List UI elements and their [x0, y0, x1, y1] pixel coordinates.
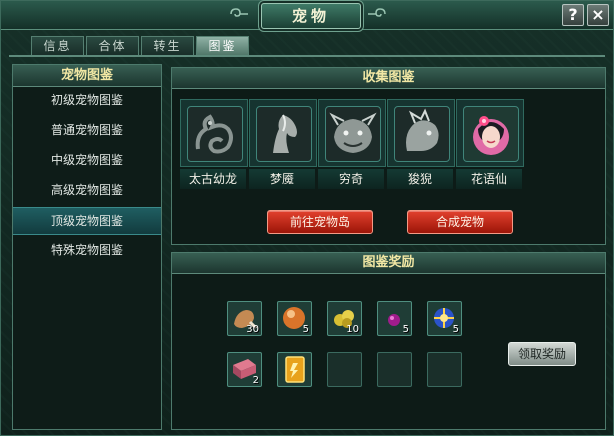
- empty-slot[interactable]: [377, 352, 412, 387]
- reward-slot[interactable]: 5: [277, 301, 312, 336]
- nightmare-horse-icon: [273, 114, 297, 153]
- reward-title: 图鉴奖励: [172, 253, 605, 274]
- pet-frame: [249, 99, 317, 167]
- claim-reward-button[interactable]: 领取奖励: [508, 342, 576, 366]
- pet-name: 梦魇: [249, 169, 315, 189]
- pet-card[interactable]: 花语仙: [456, 99, 524, 191]
- catalog-item-top[interactable]: 顶级宠物图鉴: [13, 207, 161, 235]
- pet-frame: [180, 99, 248, 167]
- pet-name: 穷奇: [318, 169, 384, 189]
- catalog-item-advanced[interactable]: 高级宠物图鉴: [13, 177, 161, 203]
- empty-slot[interactable]: [327, 352, 362, 387]
- close-button[interactable]: ×: [587, 4, 609, 26]
- pet-card[interactable]: 太古幼龙: [180, 99, 248, 191]
- pet-card[interactable]: 穷奇: [318, 99, 386, 191]
- pet-frame: [318, 99, 386, 167]
- pet-name: 狻猊: [387, 169, 453, 189]
- reward-count: 30: [246, 324, 259, 335]
- suanni-lion-icon: [406, 108, 439, 151]
- pet-frame: [456, 99, 524, 167]
- pet-card[interactable]: 狻猊: [387, 99, 455, 191]
- qiongqi-beast-icon: [329, 112, 377, 153]
- reward-count: 2: [252, 375, 259, 386]
- catalog-panel: 宠物图鉴 初级宠物图鉴 普通宠物图鉴 中级宠物图鉴 高级宠物图鉴 顶级宠物图鉴 …: [12, 64, 162, 430]
- pet-card[interactable]: 梦魇: [249, 99, 317, 191]
- help-button[interactable]: ?: [562, 4, 584, 26]
- dragon-icon: [195, 114, 233, 154]
- cloud-ornament-icon: [368, 8, 386, 17]
- goto-pet-island-button[interactable]: 前往宠物岛: [267, 210, 373, 234]
- pet-portrait: [463, 106, 519, 162]
- tab-rebirth[interactable]: 转生: [141, 36, 194, 56]
- empty-slot[interactable]: [427, 352, 462, 387]
- tab-combine[interactable]: 合体: [86, 36, 139, 56]
- reward-slot[interactable]: 5: [377, 301, 412, 336]
- pet-portrait: [256, 106, 312, 162]
- pet-portrait: [187, 106, 243, 162]
- catalog-item-beginner[interactable]: 初级宠物图鉴: [13, 87, 161, 113]
- pet-portrait: [325, 106, 381, 162]
- pet-name: 花语仙: [456, 169, 522, 189]
- pet-name: 太古幼龙: [180, 169, 246, 189]
- window-title: 宠物: [261, 3, 361, 29]
- pet-frame: [387, 99, 455, 167]
- collection-panel: 收集图鉴 太古幼龙 梦魇 穷奇 狻猊 花语仙 前往宠物岛 合成宠物: [171, 67, 606, 245]
- catalog-item-intermediate[interactable]: 中级宠物图鉴: [13, 147, 161, 173]
- reward-panel: 图鉴奖励 30 5 10 5 5 2 领取奖励: [171, 252, 606, 430]
- reward-slot[interactable]: [277, 352, 312, 387]
- flower-fairy-icon: [473, 116, 509, 155]
- reward-slot[interactable]: 30: [227, 301, 262, 336]
- cloud-ornament-icon: [230, 8, 248, 17]
- combine-pet-button[interactable]: 合成宠物: [407, 210, 513, 234]
- reward-slot[interactable]: 2: [227, 352, 262, 387]
- catalog-item-special[interactable]: 特殊宠物图鉴: [13, 237, 161, 263]
- reward-count: 10: [346, 324, 359, 335]
- pet-window: 宠物 ? × 信息 合体 转生 图鉴 宠物图鉴 初级宠物图鉴 普通宠物图鉴 中级…: [0, 0, 614, 436]
- reward-count: 5: [402, 324, 409, 335]
- catalog-item-normal[interactable]: 普通宠物图鉴: [13, 117, 161, 143]
- tab-info[interactable]: 信息: [31, 36, 84, 56]
- pet-portrait: [394, 106, 450, 162]
- title-bar[interactable]: 宠物 ? ×: [1, 1, 613, 30]
- reward-count: 5: [302, 324, 309, 335]
- tab-divider: [9, 55, 605, 57]
- reward-slot[interactable]: 5: [427, 301, 462, 336]
- collection-title: 收集图鉴: [172, 68, 605, 89]
- reward-count: 5: [452, 324, 459, 335]
- tab-catalog[interactable]: 图鉴: [196, 36, 249, 56]
- catalog-title: 宠物图鉴: [13, 65, 161, 87]
- reward-slot[interactable]: 10: [327, 301, 362, 336]
- gold-card-icon: [285, 356, 305, 383]
